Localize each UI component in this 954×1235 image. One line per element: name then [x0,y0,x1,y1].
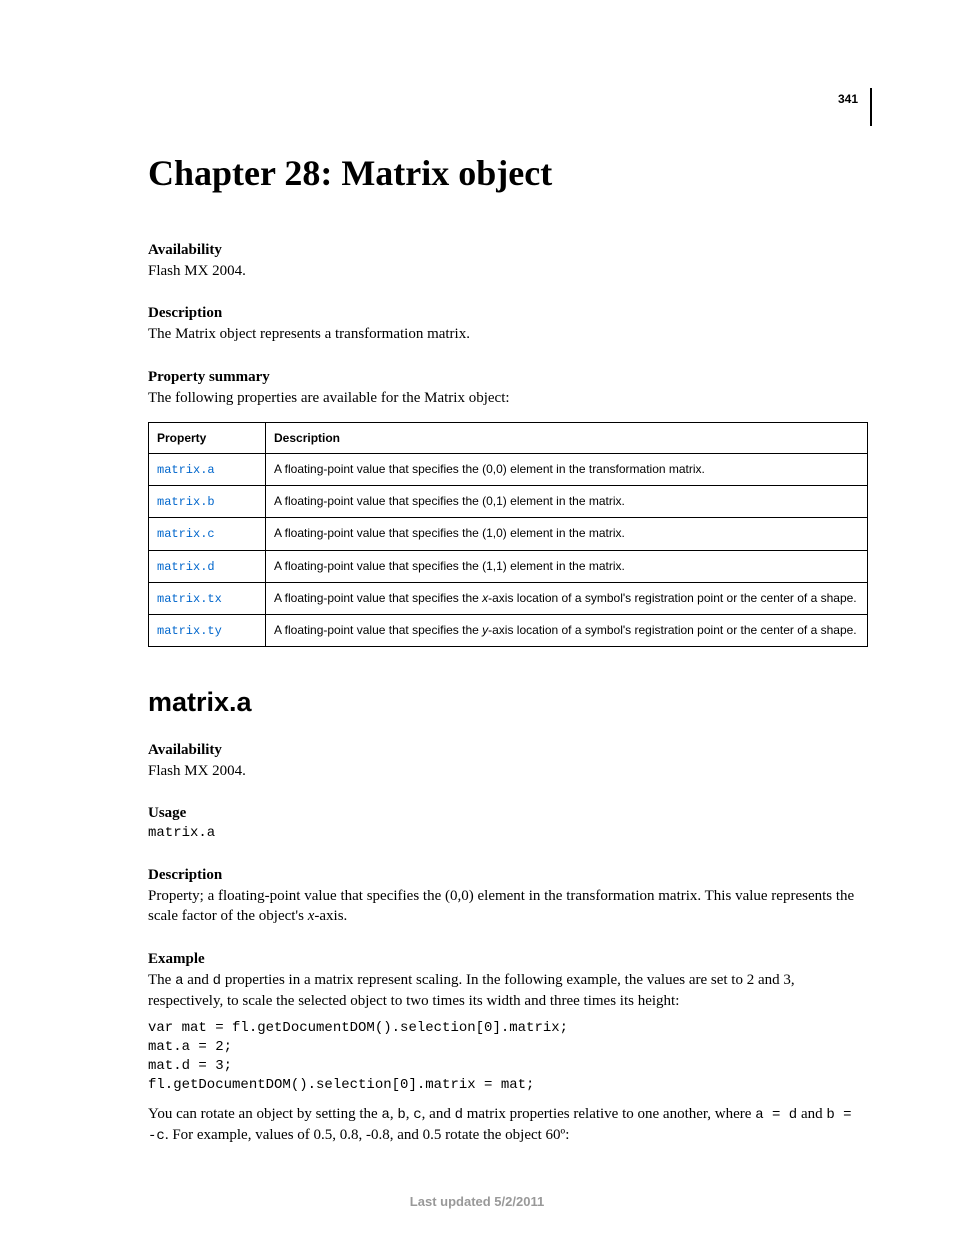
link-matrix-a[interactable]: matrix.a [157,463,215,477]
link-matrix-d[interactable]: matrix.d [157,560,215,574]
chapter-title: Chapter 28: Matrix object [148,152,864,194]
property-summary-heading: Property summary [148,369,864,386]
property-summary-text: The following properties are available f… [148,388,864,408]
property-table: Property Description matrix.a A floating… [148,422,868,647]
desc-matrix-tx: A floating-point value that specifies th… [266,582,868,614]
availability-heading: Availability [148,242,864,259]
table-row: matrix.a A floating-point value that spe… [149,453,868,485]
table-header-row: Property Description [149,422,868,453]
desc-matrix-a: A floating-point value that specifies th… [266,453,868,485]
description-heading: Description [148,305,864,322]
link-matrix-ty[interactable]: matrix.ty [157,624,222,638]
table-row: matrix.tx A floating-point value that sp… [149,582,868,614]
link-matrix-c[interactable]: matrix.c [157,527,215,541]
col-property: Property [149,422,266,453]
desc-matrix-d: A floating-point value that specifies th… [266,550,868,582]
member-availability-heading: Availability [148,742,864,759]
page-number-rule [870,88,872,126]
member-description-heading: Description [148,867,864,884]
description-text: The Matrix object represents a transform… [148,324,864,344]
link-matrix-tx[interactable]: matrix.tx [157,592,222,606]
member-example-heading: Example [148,951,864,968]
link-matrix-b[interactable]: matrix.b [157,495,215,509]
member-title: matrix.a [148,687,864,718]
table-row: matrix.d A floating-point value that spe… [149,550,868,582]
col-description: Description [266,422,868,453]
desc-matrix-ty: A floating-point value that specifies th… [266,614,868,646]
member-description-text: Property; a floating-point value that sp… [148,886,864,927]
member-example-p1: The a and d properties in a matrix repre… [148,970,864,1011]
desc-matrix-b: A floating-point value that specifies th… [266,486,868,518]
availability-text: Flash MX 2004. [148,261,864,281]
member-example-p2: You can rotate an object by setting the … [148,1104,864,1146]
table-row: matrix.c A floating-point value that spe… [149,518,868,550]
page-number: 341 [838,92,864,106]
desc-matrix-c: A floating-point value that specifies th… [266,518,868,550]
page-content: Chapter 28: Matrix object Availability F… [0,0,954,1146]
member-availability-text: Flash MX 2004. [148,761,864,781]
table-row: matrix.b A floating-point value that spe… [149,486,868,518]
table-row: matrix.ty A floating-point value that sp… [149,614,868,646]
member-usage-heading: Usage [148,805,864,822]
member-usage-code: matrix.a [148,824,864,843]
footer-updated: Last updated 5/2/2011 [0,1194,954,1209]
member-example-code: var mat = fl.getDocumentDOM().selection[… [148,1019,864,1095]
